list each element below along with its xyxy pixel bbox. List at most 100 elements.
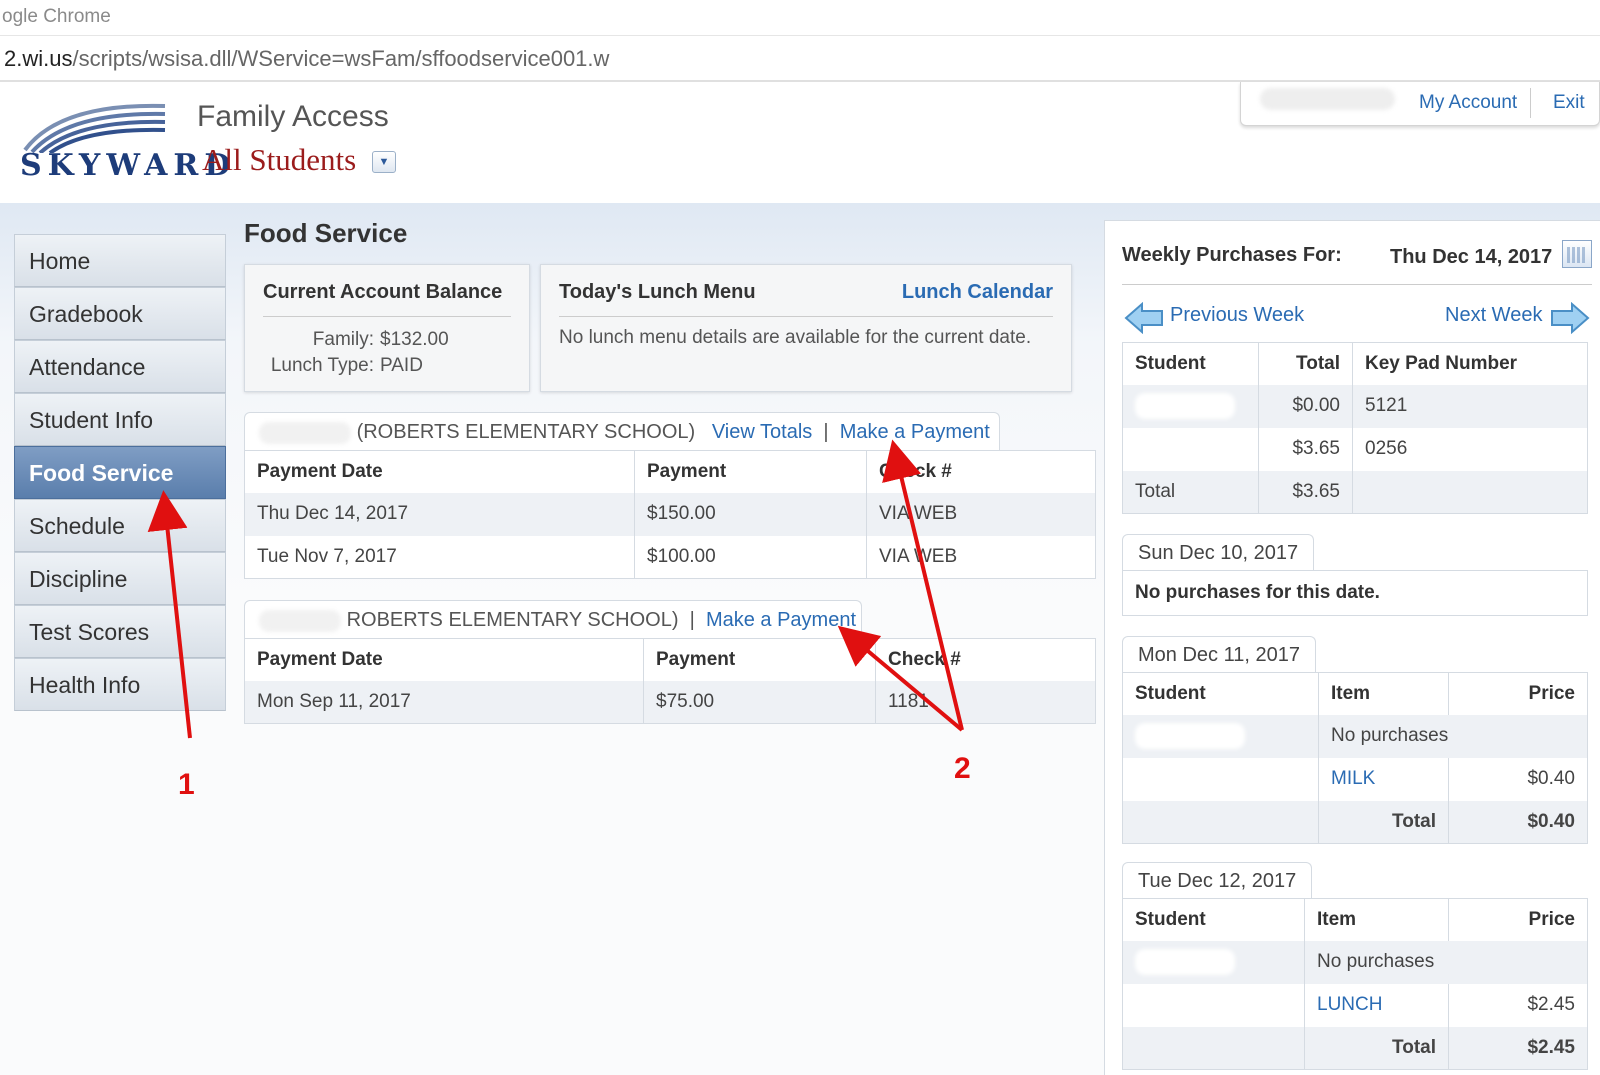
col-price: Price xyxy=(1448,898,1588,941)
col-student: Student xyxy=(1122,342,1259,385)
divider xyxy=(559,316,1053,317)
check-number: VIA WEB xyxy=(866,492,1096,536)
payment-amount: $150.00 xyxy=(634,492,867,536)
divider xyxy=(1530,88,1531,118)
separator: | xyxy=(823,421,829,443)
next-week-link[interactable]: Next Week xyxy=(1445,304,1542,327)
price-cell: $0.40 xyxy=(1527,768,1575,789)
table-row: No purchases xyxy=(1122,714,1588,758)
table-row: Thu Dec 14, 2017 $150.00 VIA WEB xyxy=(244,492,1096,536)
table-row: $3.65 0256 xyxy=(1122,427,1588,471)
account-tab-1: (ROBERTS ELEMENTARY SCHOOL) View Totals … xyxy=(244,412,1000,452)
lunch-type-label: Lunch Type: xyxy=(270,355,374,376)
redacted-student-name xyxy=(1135,949,1235,975)
total-cell: $3.65 xyxy=(1258,427,1353,471)
separator: | xyxy=(689,609,695,631)
sidebar-item-student-info[interactable]: Student Info xyxy=(14,393,226,446)
sidebar-item-schedule[interactable]: Schedule xyxy=(14,499,226,552)
previous-week-link[interactable]: Previous Week xyxy=(1170,304,1304,327)
make-payment-link[interactable]: Make a Payment xyxy=(706,609,856,631)
sidebar-item-discipline[interactable]: Discipline xyxy=(14,552,226,605)
lunch-menu-panel: Today's Lunch Menu Lunch Calendar No lun… xyxy=(540,264,1072,392)
chevron-down-icon[interactable]: ▼ xyxy=(372,151,396,173)
item-link[interactable]: LUNCH xyxy=(1304,983,1449,1027)
total-label: Total xyxy=(1318,800,1449,844)
annotation-label-2: 2 xyxy=(954,752,971,785)
day-table-tue: Student Item Price No purchases LUNCH $2… xyxy=(1122,898,1588,1070)
calendar-icon[interactable] xyxy=(1562,240,1592,268)
student-cell xyxy=(1122,714,1319,758)
key-pad-cell: 0256 xyxy=(1365,438,1408,459)
family-label: Family: xyxy=(312,329,374,350)
redacted-student-name xyxy=(1135,723,1245,749)
annotation-label-1: 1 xyxy=(178,768,195,801)
total-cell: $0.40 xyxy=(1448,800,1588,844)
sidebar-item-test-scores[interactable]: Test Scores xyxy=(14,605,226,658)
no-purchases-cell: No purchases xyxy=(1304,940,1588,984)
total-cell: $3.65 xyxy=(1258,470,1353,514)
url-text[interactable]: 2.wi.us/scripts/wsisa.dll/WService=wsFam… xyxy=(4,46,609,72)
col-check: Check # xyxy=(866,450,1096,493)
divider xyxy=(1122,284,1592,285)
key-pad-cell xyxy=(1352,470,1588,514)
key-pad-cell: 5121 xyxy=(1352,384,1588,428)
payment-date: Thu Dec 14, 2017 xyxy=(244,492,635,536)
payments-table-1: Payment Date Payment Check # Thu Dec 14,… xyxy=(244,450,1096,579)
student-selector[interactable]: All Students xyxy=(202,142,356,178)
payment-date: Mon Sep 11, 2017 xyxy=(244,680,644,724)
student-cell xyxy=(1122,940,1305,984)
arrow-right-icon[interactable] xyxy=(1550,302,1590,334)
address-bar[interactable]: 2.wi.us/scripts/wsisa.dll/WService=wsFam… xyxy=(0,36,1600,82)
exit-link[interactable]: Exit xyxy=(1553,92,1585,114)
table-row: Total $0.40 xyxy=(1122,800,1588,844)
col-price: Price xyxy=(1448,672,1588,715)
total-label: Total xyxy=(1122,470,1259,514)
browser-title: ogle Chrome xyxy=(2,6,111,27)
sidebar-nav: Home Gradebook Attendance Student Info F… xyxy=(14,234,226,711)
school-name: (ROBERTS ELEMENTARY SCHOOL) xyxy=(356,421,696,443)
arrow-left-icon[interactable] xyxy=(1124,302,1164,334)
balance-panel: Current Account Balance Family: $132.00 L… xyxy=(244,264,530,392)
redacted-student-name xyxy=(1135,393,1235,419)
school-name: ROBERTS ELEMENTARY SCHOOL) xyxy=(346,609,679,631)
col-student: Student xyxy=(1122,898,1305,941)
student-cell xyxy=(1122,983,1305,1027)
student-cell xyxy=(1122,757,1319,801)
item-link[interactable]: MILK xyxy=(1318,757,1449,801)
table-row: Tue Nov 7, 2017 $100.00 VIA WEB xyxy=(244,535,1096,579)
account-tab-2: ROBERTS ELEMENTARY SCHOOL) | Make a Paym… xyxy=(244,600,862,640)
check-number: 1181 xyxy=(875,680,1096,724)
price-cell: $2.45 xyxy=(1527,994,1575,1015)
sidebar-item-health-info[interactable]: Health Info xyxy=(14,658,226,711)
table-row: Total $2.45 xyxy=(1122,1026,1588,1070)
view-totals-link[interactable]: View Totals xyxy=(712,421,812,443)
table-row: Total $3.65 xyxy=(1122,470,1588,514)
balance-heading: Current Account Balance xyxy=(263,281,503,303)
sidebar-item-attendance[interactable]: Attendance xyxy=(14,340,226,393)
day-tab-mon: Mon Dec 11, 2017 xyxy=(1122,636,1316,674)
lunch-menu-heading: Today's Lunch Menu xyxy=(559,281,756,303)
total-cell: $0.00 xyxy=(1258,384,1353,428)
browser-titlebar: ogle Chrome xyxy=(0,0,1600,36)
col-payment: Payment xyxy=(643,638,876,681)
col-check: Check # xyxy=(875,638,1096,681)
table-row: MILK $0.40 xyxy=(1122,757,1588,801)
col-payment-date: Payment Date xyxy=(244,638,644,681)
sidebar-item-food-service[interactable]: Food Service xyxy=(14,446,226,499)
col-payment-date: Payment Date xyxy=(244,450,635,493)
lunch-type-value: PAID xyxy=(380,355,423,376)
col-key-pad: Key Pad Number xyxy=(1352,342,1588,385)
table-row: No purchases xyxy=(1122,940,1588,984)
sidebar-item-home[interactable]: Home xyxy=(14,234,226,287)
lunch-menu-message: No lunch menu details are available for … xyxy=(559,327,1032,348)
make-payment-link[interactable]: Make a Payment xyxy=(840,421,990,443)
family-value: $132.00 xyxy=(380,329,449,350)
payments-table-2: Payment Date Payment Check # Mon Sep 11,… xyxy=(244,638,1096,724)
my-account-link[interactable]: My Account xyxy=(1419,92,1517,114)
col-payment: Payment xyxy=(634,450,867,493)
sidebar-item-gradebook[interactable]: Gradebook xyxy=(14,287,226,340)
lunch-calendar-link[interactable]: Lunch Calendar xyxy=(902,281,1053,304)
table-row: $0.00 5121 xyxy=(1122,384,1588,428)
payment-amount: $75.00 xyxy=(643,680,876,724)
lunch-type-row: Lunch Type: PAID xyxy=(237,355,423,377)
